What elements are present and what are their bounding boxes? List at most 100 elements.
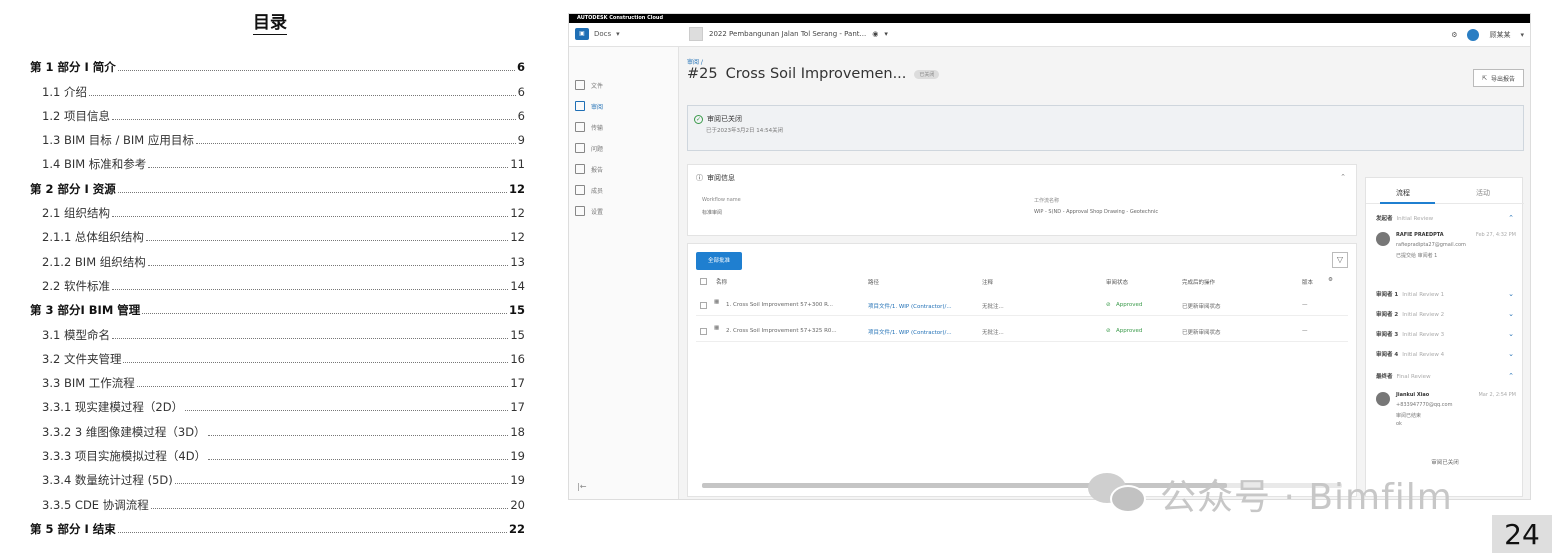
toc-entry-title: 2.1 组织结构 [42, 206, 110, 221]
row-checkbox[interactable] [700, 302, 707, 309]
file-version: — [1302, 328, 1308, 334]
collapse-caret-icon[interactable]: ⌃ [1340, 173, 1346, 181]
dot-leader [208, 459, 509, 461]
sidebar-item-6[interactable]: 设置 [575, 203, 603, 219]
row-checkbox[interactable] [700, 328, 707, 335]
step-reviewer-2[interactable]: 审阅者 2 Initial Review 2 ⌄ [1376, 310, 1516, 322]
issue-icon [575, 143, 585, 153]
toc-entry-page: 15 [508, 303, 525, 318]
file-note: 无批注... [982, 304, 1004, 310]
sidebar-item-5[interactable]: 成员 [575, 182, 603, 198]
review-status: Approved [1116, 328, 1143, 334]
collapse-sidebar-icon[interactable]: |← [577, 482, 586, 491]
toc-entry: 2.1.1 总体组织结构 12 [30, 220, 525, 244]
toc-entry: 2.1 组织结构 12 [30, 196, 525, 220]
sidebar-item-label: 报告 [591, 166, 604, 174]
file-icon [575, 80, 585, 90]
toc-entry: 3.3.1 现实建模过程（2D） 17 [30, 390, 525, 414]
col-action: 完成后的操作 [1182, 280, 1216, 286]
toc-entry-title: 3.3.5 CDE 协调流程 [42, 497, 149, 512]
dot-leader [117, 531, 507, 533]
dot-leader [111, 288, 509, 290]
header-right: ⚙ 顾某某 ▾ [1451, 29, 1524, 41]
column-settings-icon[interactable]: ⚙ [1328, 277, 1333, 283]
file-name[interactable]: 1. Cross Soil Improvement 57+300 R... [726, 302, 833, 308]
toc-entry: 第 3 部分I BIM 管理 15 [30, 293, 525, 317]
files-panel: 全部批准 ▽ 名称 ^ 路径 注释 审阅状态 完成后的操作 版本 ⚙ ▦ 1. C… [687, 243, 1357, 497]
toc-entry-title: 3.3 BIM 工作流程 [42, 376, 135, 391]
dot-leader [147, 264, 509, 266]
tab-flow[interactable]: 流程 [1396, 188, 1410, 198]
file-name[interactable]: 2. Cross Soil Improvement 57+325 R0... [726, 328, 837, 334]
person-final: Jiankui Xiao Mar 2, 2:54 PM +833947770@q… [1376, 392, 1518, 442]
file-icon: ▦ [714, 325, 720, 331]
project-selector[interactable]: 2022 Pembangunan Jalan Tol Serang - Pant… [689, 27, 888, 41]
select-all-checkbox[interactable] [700, 278, 707, 285]
step-initiator[interactable]: 发起者 Initial Review ⌃ [1376, 214, 1516, 226]
review-icon [575, 101, 585, 111]
toc-entry-page: 11 [510, 157, 525, 172]
step-final[interactable]: 最终者 Final Review ⌃ [1376, 372, 1516, 384]
step-reviewer-3[interactable]: 审阅者 3 Initial Review 3 ⌄ [1376, 330, 1516, 342]
export-report-button[interactable]: ⇱ 导出报告 [1472, 69, 1524, 87]
toc-entry-page: 15 [510, 327, 525, 342]
file-path[interactable]: 项目文件/1. WIP (Contractor)/... [868, 328, 952, 336]
sidebar-item-4[interactable]: 报告 [575, 161, 603, 177]
toc-entry-page: 19 [510, 449, 525, 464]
dot-leader [123, 361, 509, 363]
settings-icon[interactable]: ⚙ [1451, 31, 1457, 39]
toc-entry-page: 20 [510, 497, 525, 512]
step-reviewer-1[interactable]: 审阅者 1 Initial Review 1 ⌄ [1376, 290, 1516, 302]
filter-icon[interactable]: ▽ [1332, 252, 1348, 268]
chevron-down-icon: ▾ [616, 30, 620, 38]
toc-entry: 2.1.2 BIM 组织结构 13 [30, 244, 525, 268]
acc-brand-bar: AUTODESK Construction Cloud [569, 14, 1530, 23]
toc-entry-title: 2.2 软件标准 [42, 278, 110, 293]
dot-leader [185, 410, 509, 412]
docs-switcher[interactable]: ▣ Docs ▾ [575, 28, 620, 40]
toc-entry: 第 5 部分 I 结束 22 [30, 512, 525, 536]
dot-leader [150, 507, 509, 509]
table-row[interactable]: ▦ 2. Cross Soil Improvement 57+325 R0... 项… [696, 322, 1348, 342]
step-reviewer-4[interactable]: 审阅者 4 Initial Review 4 ⌄ [1376, 350, 1516, 362]
workflow-panel: 流程 活动 发起者 Initial Review ⌃ RAFIE PRAEDPTA … [1365, 177, 1524, 497]
toc-entry: 1.4 BIM 标准和参考 11 [30, 147, 525, 171]
sidebar-item-label: 传输 [591, 124, 604, 132]
tab-activity[interactable]: 活动 [1476, 188, 1490, 198]
toc-entry-title: 3.2 文件夹管理 [42, 351, 122, 366]
user-avatar[interactable] [1467, 29, 1480, 41]
review-status: Approved [1116, 302, 1143, 308]
table-row[interactable]: ▦ 1. Cross Soil Improvement 57+300 R... 项目… [696, 296, 1348, 316]
page-number: 24 [1492, 515, 1552, 553]
file-path[interactable]: 项目文件/1. WIP (Contractor)/... [868, 302, 952, 310]
sidebar-item-3[interactable]: 问题 [575, 140, 603, 156]
approve-all-button[interactable]: 全部批准 [696, 252, 742, 270]
transmittal-icon [575, 122, 585, 132]
toc-entry: 2.2 软件标准 14 [30, 269, 525, 293]
toc-entry-page: 12 [510, 230, 525, 245]
sidebar-item-2[interactable]: 传输 [575, 119, 603, 135]
report-icon [575, 164, 585, 174]
toc-entry-title: 3.3.1 现实建模过程（2D） [42, 400, 184, 415]
sidebar-item-0[interactable]: 文件 [575, 77, 603, 93]
docs-label: Docs [594, 30, 612, 38]
review-name: Cross Soil Improvemen... [725, 66, 907, 82]
toc-entry-page: 13 [510, 254, 525, 269]
table-of-contents: 目录 第 1 部分 I 简介 6 1.1 介绍 6 1.2 项目信息 6 1.3 BIM 目… [0, 0, 540, 553]
banner-title: 审阅已关闭 [707, 115, 742, 123]
sidebar-item-1[interactable]: 审阅 [575, 98, 603, 114]
review-info-panel: ⓘ 审阅信息 ⌃ Workflow name 标准审阅 工作流名称 WIP - S… [687, 164, 1357, 236]
history-link[interactable]: 审阅已关闭 [1366, 458, 1524, 466]
info-value-1: 标准审阅 [702, 210, 723, 216]
col-name[interactable]: 名称 ^ [716, 278, 727, 286]
file-icon: ▦ [714, 299, 720, 305]
dot-leader [207, 434, 509, 436]
toc-entry-page: 22 [508, 521, 525, 536]
user-avatar [1376, 232, 1390, 246]
breadcrumb[interactable]: 审阅 / [687, 57, 703, 66]
sidebar-item-label: 设置 [591, 208, 604, 216]
chevron-down-icon: ▾ [884, 30, 888, 38]
post-action: 已更新审阅状态 [1182, 330, 1221, 336]
user-name[interactable]: 顾某某 [1489, 30, 1510, 40]
user-avatar [1376, 392, 1390, 406]
